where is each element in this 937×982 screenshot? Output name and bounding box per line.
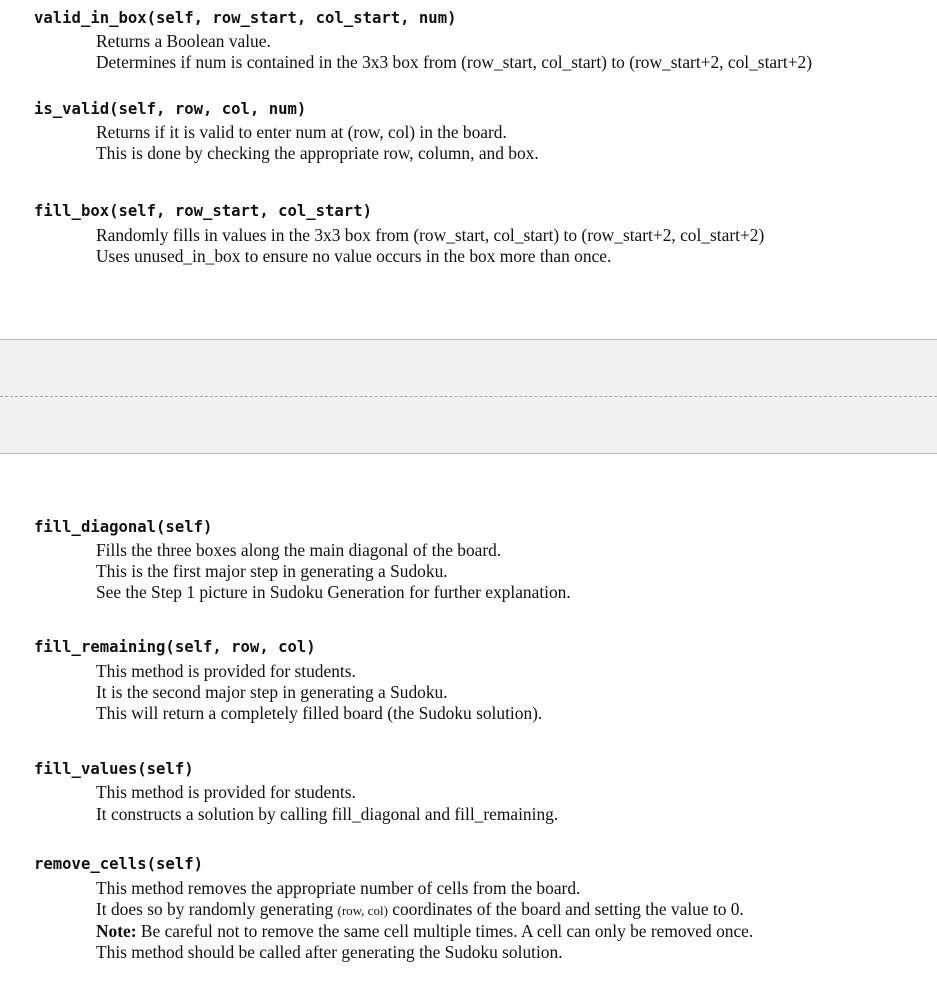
method-signature-fill-values: fill_values(self) — [34, 760, 194, 778]
method-description-line: This method is provided for students. — [96, 661, 356, 681]
method-description-line: This method should be called after gener… — [96, 942, 563, 962]
method-description-line: Randomly fills in values in the 3x3 box … — [96, 225, 765, 245]
method-note-line: Note: Be careful not to remove the same … — [96, 921, 753, 942]
method-description-line: It constructs a solution by calling fill… — [96, 804, 559, 824]
method-signature-valid-in-box: valid_in_box(self, row_start, col_start,… — [34, 9, 457, 27]
method-signature-remove-cells: remove_cells(self) — [34, 855, 203, 873]
method-description-line: See the Step 1 picture in Sudoku Generat… — [96, 582, 571, 602]
row-col-inline-text: (row, col) — [337, 903, 388, 918]
method-description-line: This is the first major step in generati… — [96, 561, 448, 581]
method-description-line: This method removes the appropriate numb… — [96, 878, 581, 898]
method-description-line: This is done by checking the appropriate… — [96, 143, 539, 163]
method-description-line: Fills the three boxes along the main dia… — [96, 540, 502, 560]
method-description-line: This method is provided for students. — [96, 782, 356, 802]
note-text: Be careful not to remove the same cell m… — [136, 921, 754, 941]
method-description-line: This will return a completely filled boa… — [96, 703, 543, 723]
page-break-dashed-line — [0, 396, 937, 397]
method-description-line: Determines if num is contained in the 3x… — [96, 52, 813, 72]
method-signature-fill-remaining: fill_remaining(self, row, col) — [34, 638, 316, 656]
method-signature-is-valid: is_valid(self, row, col, num) — [34, 100, 307, 118]
page-break-band — [0, 339, 937, 454]
line-text: coordinates of the board and setting the… — [387, 899, 744, 919]
method-description-line: Returns if it is valid to enter num at (… — [96, 122, 507, 142]
method-description-line: Returns a Boolean value. — [96, 31, 271, 51]
note-label: Note: — [96, 921, 137, 941]
method-description-line: It is the second major step in generatin… — [96, 682, 448, 702]
method-description-line: Uses unused_in_box to ensure no value oc… — [96, 246, 612, 266]
method-signature-fill-diagonal: fill_diagonal(self) — [34, 518, 213, 536]
line-text: It does so by randomly generating — [96, 899, 338, 919]
method-description-line: It does so by randomly generating (row, … — [96, 899, 744, 921]
method-signature-fill-box: fill_box(self, row_start, col_start) — [34, 202, 372, 220]
